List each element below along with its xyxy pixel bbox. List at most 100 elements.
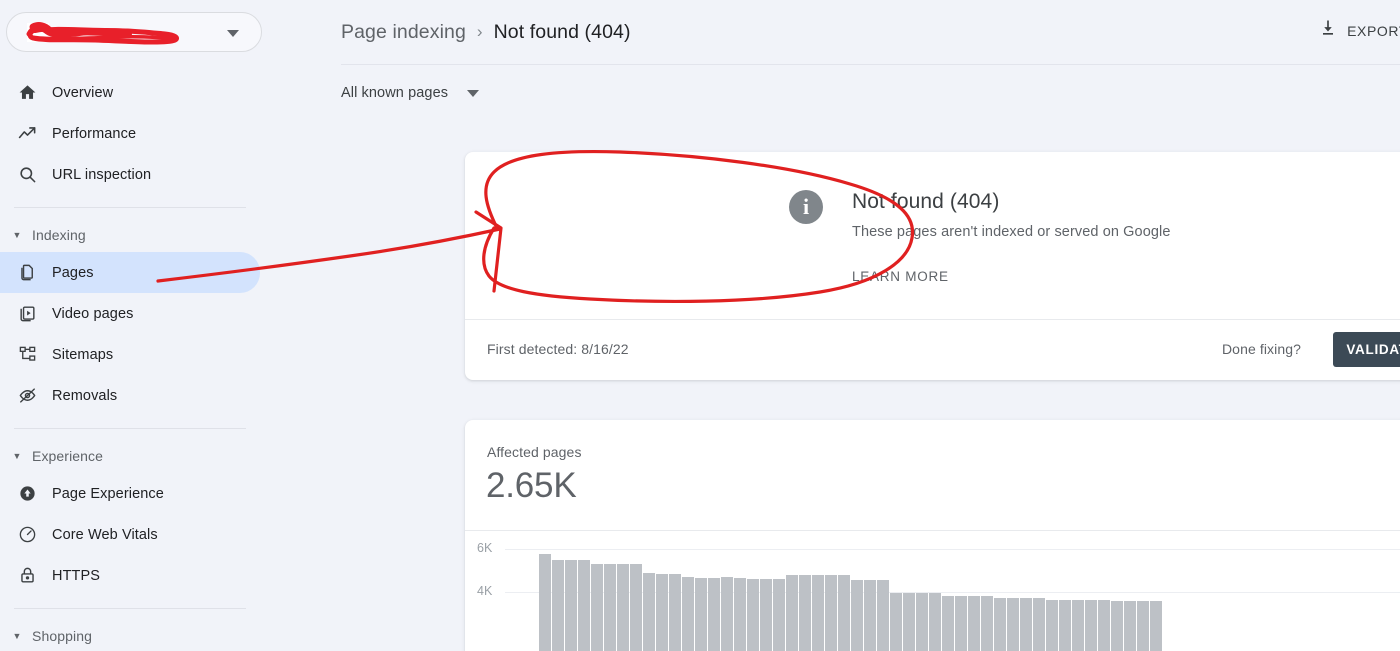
chart-bar [1111,600,1123,651]
sidebar-item-overview[interactable]: Overview [0,72,300,113]
status-card: i Not found (404) These pages aren't ind… [465,152,1400,380]
scope-filter-dropdown[interactable]: All known pages [341,85,480,101]
chart-bar [617,564,629,651]
sidebar-item-label: Performance [52,125,137,142]
chart-bar [864,580,876,651]
chevron-down-icon: ▼ [12,229,22,240]
chart-bar [630,564,642,651]
sidebar-item-sitemaps[interactable]: Sitemaps [0,334,300,375]
sidebar-item-pages[interactable]: Pages [0,252,260,293]
chart-bars [539,531,1163,651]
chart-bar [1046,599,1058,651]
chart-bar [1072,600,1084,651]
chart-bar [578,559,590,651]
chart-bar [1150,601,1162,651]
affected-pages-label: Affected pages [487,444,582,460]
sidebar-section-label: Shopping [32,628,92,644]
chart-bar [981,595,993,651]
sidebar-section-experience[interactable]: ▼ Experience [0,439,300,473]
scope-filter-label: All known pages [341,85,449,101]
download-icon [1318,18,1338,43]
chart-bar [1137,601,1149,651]
page-experience-icon [14,482,40,506]
sidebar-item-page-experience[interactable]: Page Experience [0,473,300,514]
sidebar-divider [14,608,246,609]
validate-fix-button[interactable]: VALIDATE FIX [1333,332,1400,367]
chart-bar [734,577,746,651]
eye-off-icon [14,384,40,408]
chart-bar [552,559,564,651]
learn-more-link[interactable]: LEARN MORE [852,269,949,284]
chart-bar [721,577,733,651]
sidebar-item-label: Sitemaps [52,346,114,363]
sidebar-section-shopping[interactable]: ▼ Shopping [0,619,300,651]
chart-bar [669,573,681,651]
affected-pages-chart[interactable]: 4K 6K [465,531,1400,651]
sidebar-item-removals[interactable]: Removals [0,375,300,416]
chart-bar [916,593,928,651]
chevron-down-icon: ▼ [12,630,22,641]
sitemap-icon [14,343,40,367]
sidebar-item-label: Video pages [52,305,134,322]
search-icon [14,163,40,187]
sidebar: Overview Performance URL inspection ▼ In… [0,0,300,651]
status-card-footer: First detected: 8/16/22 Done fixing? VAL… [465,320,1400,380]
chart-bar [1085,600,1097,651]
chevron-down-icon [227,30,239,37]
main-content: Page indexing › Not found (404) EXPORT A… [300,0,1400,651]
property-name-redaction [26,22,180,45]
chart-bar [1033,597,1045,651]
breadcrumb-separator: › [476,22,483,41]
chart-bar [682,577,694,651]
chart-bar [1020,597,1032,651]
chart-bar [877,579,889,651]
chart-bar [1059,600,1071,651]
export-button[interactable]: EXPORT [1318,18,1400,43]
property-selector[interactable] [6,12,262,52]
chart-bar [955,595,967,651]
page-title: Not found (404) [493,20,631,43]
chart-bar [968,595,980,651]
sidebar-item-label: Pages [52,264,94,281]
chevron-down-icon [467,89,480,97]
lock-icon [14,564,40,588]
chart-bar [786,575,798,651]
done-fixing-label: Done fixing? [1221,341,1301,357]
sidebar-section-indexing[interactable]: ▼ Indexing [0,218,300,252]
sidebar-item-core-web-vitals[interactable]: Core Web Vitals [0,514,300,555]
sidebar-section-label: Experience [32,448,104,464]
sidebar-item-label: Core Web Vitals [52,526,158,543]
sidebar-item-video-pages[interactable]: Video pages [0,293,300,334]
top-bar: Page indexing › Not found (404) EXPORT [300,0,1400,65]
sidebar-divider [14,428,246,429]
sidebar-item-label: Removals [52,387,118,404]
filter-bar: All known pages Last [300,65,1400,131]
chart-bar [539,554,551,651]
home-icon [14,81,40,105]
status-card-body: i Not found (404) These pages aren't ind… [465,152,1400,319]
sidebar-item-performance[interactable]: Performance [0,113,300,154]
chart-bar [695,577,707,651]
sidebar-item-url-inspection[interactable]: URL inspection [0,154,300,195]
chart-bar [851,580,863,651]
chart-y-tick-label: 4K [477,584,493,599]
export-label: EXPORT [1347,22,1400,39]
chart-bar [994,597,1006,651]
search-console-page: Overview Performance URL inspection ▼ In… [0,0,1400,651]
info-icon: i [789,190,823,224]
video-icon [14,302,40,326]
sidebar-item-https[interactable]: HTTPS [0,555,300,596]
chart-bar [812,575,824,651]
chart-bar [903,593,915,651]
sidebar-item-label: Page Experience [52,485,164,502]
chart-bar [773,578,785,651]
chart-bar [747,578,759,651]
breadcrumb-parent[interactable]: Page indexing [341,21,466,44]
chart-bar [604,564,616,651]
affected-pages-value: 2.65K [486,466,577,505]
sidebar-section-label: Indexing [32,227,86,243]
first-detected-label: First detected: 8/16/22 [487,341,629,357]
chart-bar [1007,597,1019,651]
chart-bar [929,592,941,651]
chart-bar [942,595,954,651]
